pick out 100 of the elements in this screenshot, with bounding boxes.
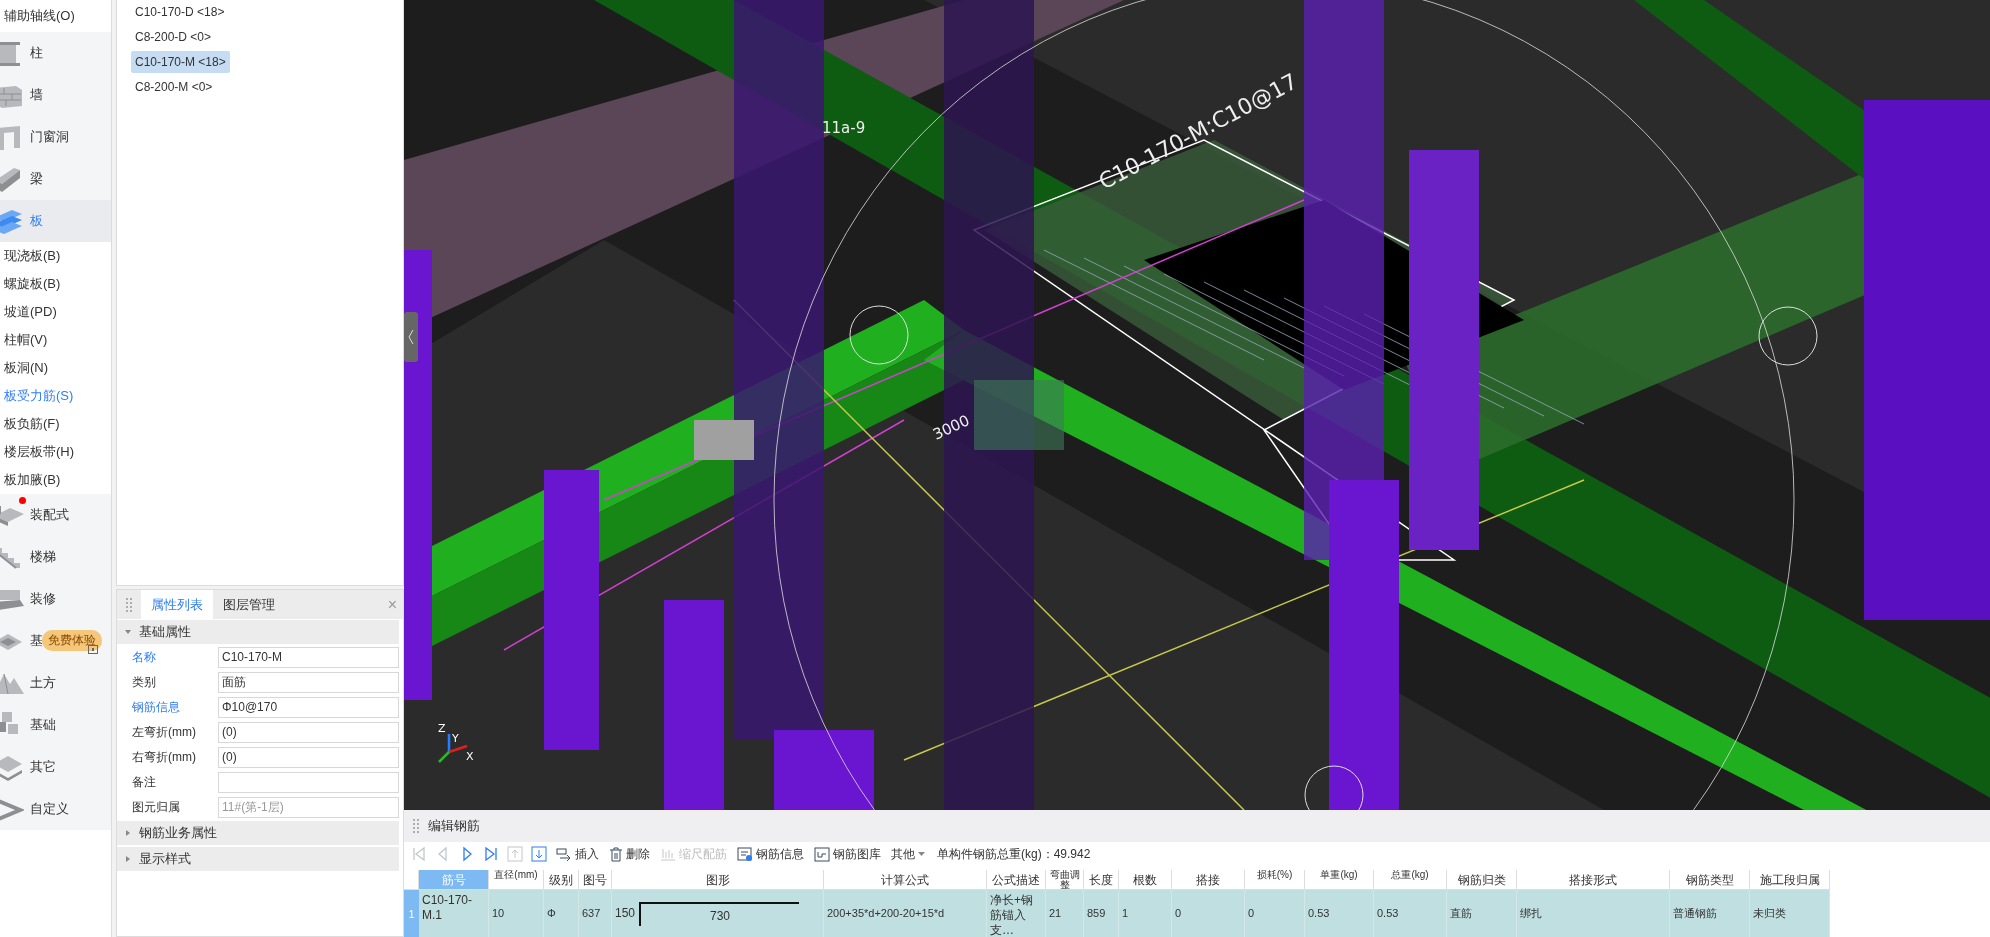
- table-cell: 普通钢筋: [1670, 890, 1750, 937]
- property-field[interactable]: 面筋: [218, 672, 399, 693]
- nav-category[interactable]: 装修: [0, 578, 111, 620]
- nav-category[interactable]: 梁: [0, 158, 111, 200]
- ruler-bars-icon: [660, 847, 676, 861]
- component-item[interactable]: C8-200-M <0>: [131, 76, 217, 98]
- caret-down-icon: [918, 851, 925, 857]
- property-field[interactable]: (0): [218, 722, 399, 743]
- category-label: 梁: [30, 170, 43, 188]
- nav-category[interactable]: 自定义: [0, 788, 111, 830]
- table-cell: 0.53: [1305, 890, 1374, 937]
- table-cell: 0: [1245, 890, 1305, 937]
- nav-category[interactable]: 楼梯: [0, 536, 111, 578]
- nav-category[interactable]: 基础: [0, 704, 111, 746]
- table-cell: 未归类: [1750, 890, 1830, 937]
- nav-category[interactable]: 门窗洞: [0, 116, 111, 158]
- group-title: 钢筋业务属性: [139, 824, 217, 842]
- nav-category[interactable]: 柱: [0, 32, 111, 74]
- component-item[interactable]: C10-170-D <18>: [131, 1, 229, 23]
- category-label: 墙: [30, 86, 43, 104]
- axis-label: Y: [452, 732, 459, 745]
- column-header[interactable]: 单重(kg): [1305, 870, 1374, 890]
- category-label: 装修: [30, 590, 56, 608]
- property-field[interactable]: [218, 772, 399, 793]
- property-label[interactable]: 名称: [132, 649, 218, 666]
- property-group-header[interactable]: 基础属性: [117, 620, 399, 644]
- table-cell: 200+35*d+200-20+15*d: [824, 890, 987, 937]
- column-header[interactable]: 图号: [579, 870, 612, 890]
- total-weight-text: 单构件钢筋总重(kg)：49.942: [937, 845, 1091, 863]
- column-header[interactable]: 级别: [544, 870, 579, 890]
- collapse-handle-icon[interactable]: [404, 312, 418, 362]
- image-frame-icon: [814, 846, 830, 862]
- panel-title: 编辑钢筋: [428, 817, 480, 835]
- category-label: 基: [30, 632, 43, 650]
- move-down-button[interactable]: [530, 845, 548, 863]
- toolbar-button[interactable]: 其他: [889, 844, 927, 864]
- insert-row-icon: [556, 847, 572, 861]
- last-button[interactable]: [482, 845, 500, 863]
- group-title: 显示样式: [139, 850, 191, 868]
- property-group-header[interactable]: 显示样式: [117, 847, 399, 871]
- column-header[interactable]: 施工段归属: [1750, 870, 1830, 890]
- property-label: 右弯折(mm): [132, 749, 197, 766]
- property-group-header[interactable]: 钢筋业务属性: [117, 821, 399, 845]
- promo-badge[interactable]: 免费体验: [42, 630, 102, 651]
- component-item[interactable]: C8-200-D <0>: [131, 26, 216, 48]
- category-label: 门窗洞: [30, 128, 69, 146]
- column-header[interactable]: 钢筋归类: [1447, 870, 1517, 890]
- category-label: 其它: [30, 758, 56, 776]
- property-label: 图元归属: [132, 799, 181, 816]
- table-cell: 859: [1084, 890, 1119, 937]
- column-header[interactable]: 图形: [612, 870, 824, 890]
- category-label: 土方: [30, 674, 56, 692]
- table-cell: 21: [1046, 890, 1084, 937]
- toolbar-button[interactable]: 钢筋图库: [812, 844, 883, 864]
- toolbar-button[interactable]: 插入: [554, 844, 601, 864]
- column-header[interactable]: 搭接: [1172, 870, 1245, 890]
- table-cell: 0: [1172, 890, 1245, 937]
- category-label: 柱: [30, 44, 43, 62]
- table-cell: Φ: [544, 890, 579, 937]
- nav-category[interactable]: 墙: [0, 74, 111, 116]
- column-header[interactable]: 长度: [1084, 870, 1119, 890]
- property-label: 类别: [132, 674, 157, 691]
- nav-category[interactable]: 装配式: [0, 494, 111, 536]
- nav-category[interactable]: 其它: [0, 746, 111, 788]
- nav-category[interactable]: 土方: [0, 662, 111, 704]
- toolbar-button[interactable]: 删除: [607, 844, 652, 864]
- drag-handle-icon[interactable]: [125, 597, 133, 612]
- column-header[interactable]: 钢筋类型: [1670, 870, 1750, 890]
- property-label[interactable]: 钢筋信息: [132, 699, 218, 716]
- table-cell: 10: [489, 890, 544, 937]
- column-header[interactable]: 直径(mm): [489, 870, 544, 890]
- column-header[interactable]: 根数: [1119, 870, 1172, 890]
- leg-length: 150: [615, 906, 636, 921]
- axis-label: Z: [438, 722, 446, 735]
- property-label: 备注: [132, 774, 157, 791]
- column-header[interactable]: 公式描述: [987, 870, 1046, 890]
- property-field[interactable]: (0): [218, 747, 399, 768]
- caret-right-icon: [125, 856, 131, 862]
- drag-handle-icon[interactable]: [412, 819, 420, 833]
- dimension-label: 3000: [930, 411, 973, 444]
- property-field[interactable]: C10-170-M: [218, 647, 399, 668]
- table-cell: 绑扎: [1517, 890, 1670, 937]
- panel-tab[interactable]: 图层管理: [213, 590, 285, 619]
- nav-category[interactable]: 基 免费体验: [0, 620, 111, 662]
- column-header[interactable]: 总重(kg): [1374, 870, 1447, 890]
- column-header[interactable]: 损耗(%): [1245, 870, 1305, 890]
- property-field[interactable]: Φ10@170: [218, 697, 399, 718]
- table-cell: 637: [579, 890, 612, 937]
- category-label: 楼梯: [30, 548, 56, 566]
- panel-tab[interactable]: 属性列表: [141, 590, 213, 619]
- column-header[interactable]: 计算公式: [824, 870, 987, 890]
- caret-down-icon: [125, 629, 131, 635]
- category-label: 基础: [30, 716, 56, 734]
- list-icon: [737, 846, 753, 862]
- component-item[interactable]: C10-170-M <18>: [131, 51, 230, 73]
- property-label: 左弯折(mm): [132, 724, 197, 741]
- column-header[interactable]: 搭接形式: [1517, 870, 1670, 890]
- toolbar-button[interactable]: 钢筋信息: [735, 844, 806, 864]
- caret-right-icon: [125, 830, 131, 836]
- column-header[interactable]: 弯曲调整: [1046, 870, 1084, 890]
